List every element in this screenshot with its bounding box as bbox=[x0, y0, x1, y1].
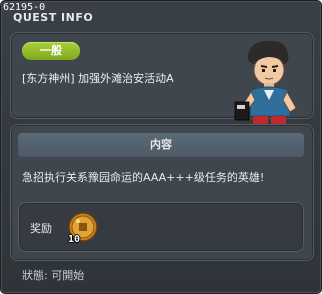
quest-category-badge: 一般 bbox=[22, 42, 80, 60]
quest-status: 狀態: 可開始 bbox=[22, 269, 85, 282]
quest-info-window: 62195-0 QUEST INFO 一般 [东方神州] 加强外滩治安活动A 内… bbox=[0, 0, 322, 294]
reward-label: 奖励 bbox=[30, 222, 52, 235]
quest-summary-panel: 一般 [东方神州] 加强外滩治安活动A bbox=[10, 32, 314, 141]
reward-item-count: 10 bbox=[68, 234, 81, 245]
reward-box: 奖励 10 bbox=[18, 202, 304, 252]
quest-description: 急招执行关系豫园命运的AAA+++级任务的英雄! bbox=[22, 171, 265, 184]
window-title: QUEST INFO bbox=[13, 11, 94, 24]
quest-name: [东方神州] 加强外滩治安活动A bbox=[22, 72, 174, 85]
reward-item-slot[interactable]: 10 bbox=[66, 210, 100, 245]
quest-content-panel: 内容 急招执行关系豫园命运的AAA+++级任务的英雄! 奖励 10 bbox=[10, 124, 314, 261]
content-header: 内容 bbox=[18, 133, 304, 157]
